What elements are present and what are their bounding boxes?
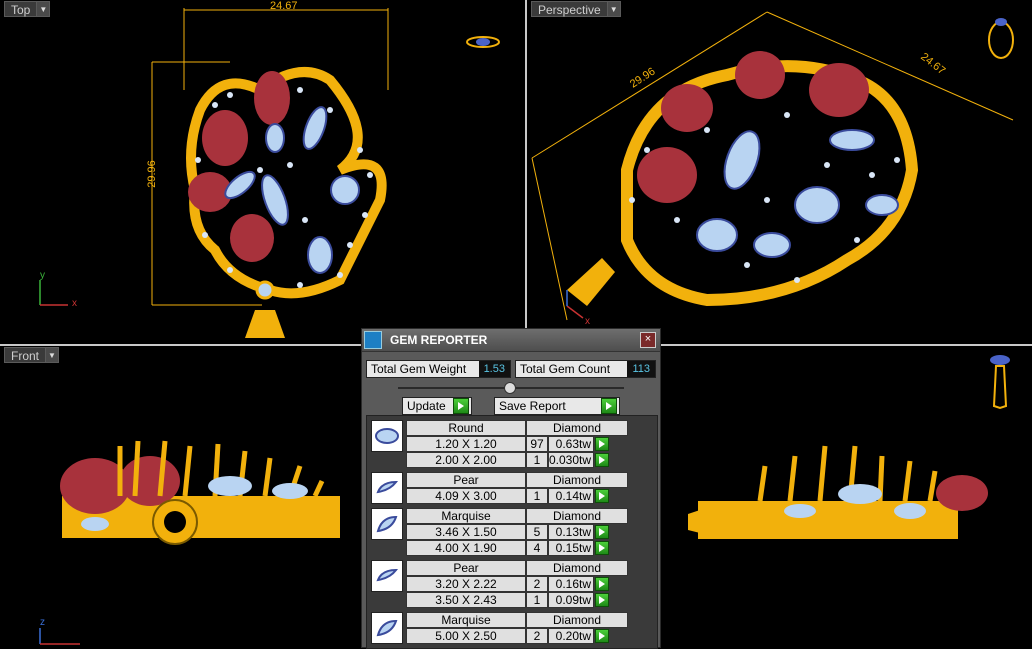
gem-reporter-titlebar[interactable]: GEM REPORTER × xyxy=(362,329,660,352)
viewport-top[interactable]: Top ▼ 24.67 29.96 y x xyxy=(0,0,527,346)
gem-size: 3.46 X 1.50 xyxy=(406,524,526,540)
slider-knob[interactable] xyxy=(504,382,516,394)
gem-shape: Pear xyxy=(406,560,526,576)
gem-count: 1 xyxy=(526,452,548,468)
gem-weight: 0.09tw xyxy=(548,592,594,608)
total-gem-weight-label: Total Gem Weight xyxy=(371,362,467,376)
gem-row[interactable]: 3.46 X 1.50 5 0.13tw xyxy=(406,524,628,540)
play-icon[interactable] xyxy=(595,577,609,591)
gem-list[interactable]: Round Diamond 1.20 X 1.20 97 0.63tw 2.00 X … xyxy=(366,415,658,649)
play-icon[interactable] xyxy=(595,541,609,555)
panel-slider[interactable] xyxy=(398,381,624,395)
update-button-label: Update xyxy=(407,399,446,413)
play-icon[interactable] xyxy=(595,437,609,451)
axis-x-label: x xyxy=(72,298,77,309)
gem-count: 4 xyxy=(526,540,548,556)
gem-shape: Pear xyxy=(406,472,526,488)
gem-size: 3.50 X 2.43 xyxy=(406,592,526,608)
play-icon[interactable] xyxy=(453,398,469,414)
gem-reporter-title: GEM REPORTER xyxy=(390,333,488,347)
save-report-button-label: Save Report xyxy=(499,399,566,413)
play-icon[interactable] xyxy=(595,453,609,467)
total-gem-count-field: Total Gem Count 113 xyxy=(514,360,656,378)
gem-shape: Marquise xyxy=(406,508,526,524)
gem-weight: 0.20tw xyxy=(548,628,594,644)
gem-material: Diamond xyxy=(526,560,628,576)
gem-row[interactable]: 2.00 X 2.00 1 0.030tw xyxy=(406,452,628,468)
total-gem-weight-field: Total Gem Weight 1.53 xyxy=(366,360,511,378)
gem-material: Diamond xyxy=(526,612,628,628)
gem-row[interactable]: 3.50 X 2.43 1 0.09tw xyxy=(406,592,628,608)
total-gem-count-label: Total Gem Count xyxy=(519,362,611,376)
gem-group[interactable]: Round Diamond 1.20 X 1.20 97 0.63tw 2.00 X … xyxy=(371,420,657,468)
round-gem-icon xyxy=(371,420,403,452)
dimension-height: 29.96 xyxy=(145,160,158,188)
update-button[interactable]: Update xyxy=(402,397,472,415)
gem-weight: 0.16tw xyxy=(548,576,594,592)
play-icon[interactable] xyxy=(595,489,609,503)
gem-count: 2 xyxy=(526,576,548,592)
axis-x-label: x xyxy=(585,316,590,327)
gem-size: 4.09 X 3.00 xyxy=(406,488,526,504)
gem-count: 2 xyxy=(526,628,548,644)
gem-weight: 0.15tw xyxy=(548,540,594,556)
gem-size: 2.00 X 2.00 xyxy=(406,452,526,468)
gem-row[interactable]: 4.00 X 1.90 4 0.15tw xyxy=(406,540,628,556)
gem-weight: 0.14tw xyxy=(548,488,594,504)
save-report-button[interactable]: Save Report xyxy=(494,397,620,415)
gem-reporter-panel[interactable]: GEM REPORTER × Total Gem Weight 1.53 Tot… xyxy=(361,328,661,649)
gem-size: 4.00 X 1.90 xyxy=(406,540,526,556)
gem-count: 1 xyxy=(526,488,548,504)
gem-size: 5.00 X 2.50 xyxy=(406,628,526,644)
play-icon[interactable] xyxy=(595,593,609,607)
gem-shape: Round xyxy=(406,420,526,436)
gem-group[interactable]: Pear Diamond 3.20 X 2.22 2 0.16tw 3.50 X 2.… xyxy=(371,560,657,608)
dimension-width: 24.67 xyxy=(270,0,298,12)
gem-material: Diamond xyxy=(526,472,628,488)
gem-group[interactable]: Marquise Diamond 5.00 X 2.50 2 0.20tw xyxy=(371,612,657,644)
play-icon[interactable] xyxy=(595,629,609,643)
gem-weight: 0.030tw xyxy=(548,452,594,468)
ring-view-icon xyxy=(988,18,1014,59)
axis-indicator-front xyxy=(39,628,80,645)
gem-material: Diamond xyxy=(526,508,628,524)
gem-material: Diamond xyxy=(526,420,628,436)
marquise-gem-icon xyxy=(371,508,403,540)
gem-row[interactable]: 3.20 X 2.22 2 0.16tw xyxy=(406,576,628,592)
gem-reporter-icon xyxy=(364,331,382,349)
marquise-gem-icon xyxy=(371,612,403,644)
pendant-top-view xyxy=(186,67,387,338)
gem-count: 1 xyxy=(526,592,548,608)
gem-count: 97 xyxy=(526,436,548,452)
total-gem-count-value: 113 xyxy=(627,361,655,377)
gem-weight: 0.13tw xyxy=(548,524,594,540)
pendant-side-view-icon xyxy=(990,355,1010,410)
axis-z-label: z xyxy=(40,617,45,628)
gem-row[interactable]: 1.20 X 1.20 97 0.63tw xyxy=(406,436,628,452)
play-icon[interactable] xyxy=(595,525,609,539)
gem-row[interactable]: 4.09 X 3.00 1 0.14tw xyxy=(406,488,628,504)
total-gem-weight-value: 1.53 xyxy=(478,361,510,377)
axis-y-label: y xyxy=(40,270,45,281)
gem-row[interactable]: 5.00 X 2.50 2 0.20tw xyxy=(406,628,628,644)
axis-indicator-top xyxy=(39,280,68,306)
gem-weight: 0.63tw xyxy=(548,436,594,452)
viewport-perspective[interactable]: Perspective ▼ 29.96 24.67 x xyxy=(527,0,1032,346)
close-icon[interactable]: × xyxy=(640,332,656,348)
gem-group[interactable]: Marquise Diamond 3.46 X 1.50 5 0.13tw 4.00 … xyxy=(371,508,657,556)
pear-gem-icon xyxy=(371,560,403,592)
gem-size: 1.20 X 1.20 xyxy=(406,436,526,452)
gem-size: 3.20 X 2.22 xyxy=(406,576,526,592)
gem-shape: Marquise xyxy=(406,612,526,628)
gem-count: 5 xyxy=(526,524,548,540)
pendant-perspective-view xyxy=(567,51,919,307)
view-cube-icon xyxy=(466,36,500,48)
gem-group[interactable]: Pear Diamond 4.09 X 3.00 1 0.14tw xyxy=(371,472,657,504)
pear-gem-icon xyxy=(371,472,403,504)
play-icon[interactable] xyxy=(601,398,617,414)
